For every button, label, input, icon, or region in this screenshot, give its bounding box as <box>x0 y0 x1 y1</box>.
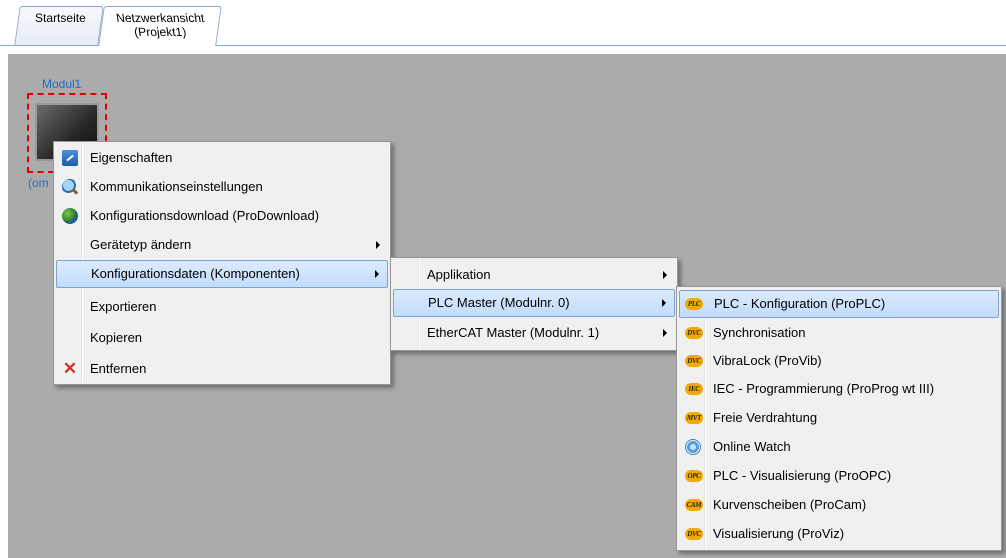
tab-netzwerkansicht-label: Netzwerkansicht (Projekt1) <box>115 11 206 39</box>
menu-item-eigenschaften[interactable]: Eigenschaften <box>56 144 388 172</box>
menu-item-label: Gerätetyp ändern <box>90 237 192 252</box>
menu-item-online-watch[interactable]: Online Watch <box>679 433 999 461</box>
opc-badge-icon: OPC <box>685 470 703 482</box>
menu-item-label: Freie Verdrahtung <box>713 410 818 425</box>
menu-item-label: Visualisierung (ProViz) <box>713 526 845 541</box>
watch-icon <box>685 439 701 455</box>
delete-icon: ✕ <box>62 359 78 378</box>
magnifier-icon <box>62 179 78 195</box>
menu-item-konfigurationsdownload[interactable]: Konfigurationsdownload (ProDownload) <box>56 202 388 230</box>
submenu-arrow-icon <box>663 271 667 279</box>
dvc-badge-icon: DVC <box>685 327 703 339</box>
menu-item-entfernen[interactable]: ✕ Entfernen <box>56 355 388 383</box>
module-name-label: Modul1 <box>42 77 82 91</box>
menu-item-label: PLC - Konfiguration (ProPLC) <box>714 296 886 311</box>
menu-item-label: Applikation <box>427 267 491 282</box>
menu-item-exportieren[interactable]: Exportieren <box>56 293 388 321</box>
menu-item-label: Entfernen <box>90 361 147 376</box>
menu-item-kopieren[interactable]: Kopieren <box>56 324 388 352</box>
menu-item-konfigurationsdaten[interactable]: Konfigurationsdaten (Komponenten) <box>56 260 388 288</box>
tab-startseite[interactable]: Startseite <box>14 6 104 45</box>
menu-item-geraetetyp-aendern[interactable]: Gerätetyp ändern <box>56 231 388 259</box>
menu-item-plc-master[interactable]: PLC Master (Modulnr. 0) <box>393 289 675 317</box>
menu-item-synchronisation[interactable]: DVC Synchronisation <box>679 319 999 347</box>
menu-item-kommunikationseinstellungen[interactable]: Kommunikationseinstellungen <box>56 173 388 201</box>
dvc-badge-icon: DVC <box>685 355 703 367</box>
submenu-plc-master: PLC PLC - Konfiguration (ProPLC) DVC Syn… <box>676 286 1002 551</box>
tab-netzwerkansicht-title: Netzwerkansicht <box>115 11 206 25</box>
menu-item-label: Kommunikationseinstellungen <box>90 179 263 194</box>
menu-item-visualisierung[interactable]: DVC Visualisierung (ProViz) <box>679 520 999 548</box>
menu-item-label: PLC - Visualisierung (ProOPC) <box>713 468 892 483</box>
submenu-arrow-icon <box>375 270 379 278</box>
menu-item-label: Online Watch <box>713 439 791 454</box>
module-sublabel: (om <box>28 176 49 190</box>
menu-item-label: Exportieren <box>90 299 157 314</box>
menu-item-label: Konfigurationsdownload (ProDownload) <box>90 208 320 223</box>
context-menu: Eigenschaften Kommunikationseinstellunge… <box>53 141 391 385</box>
dvc-badge-icon: DVC <box>685 528 703 540</box>
menu-item-vibralock[interactable]: DVC VibraLock (ProVib) <box>679 347 999 375</box>
menu-item-label: Eigenschaften <box>90 150 173 165</box>
submenu-konfigurationsdaten: Applikation PLC Master (Modulnr. 0) Ethe… <box>390 257 678 351</box>
menu-item-plc-visualisierung[interactable]: OPC PLC - Visualisierung (ProOPC) <box>679 462 999 490</box>
submenu-arrow-icon <box>662 299 666 307</box>
globe-icon <box>62 208 78 224</box>
tab-startseite-label: Startseite <box>34 11 86 25</box>
plc-badge-icon: PLC <box>685 298 703 310</box>
menu-item-freie-verdrahtung[interactable]: MVT Freie Verdrahtung <box>679 404 999 432</box>
menu-item-applikation[interactable]: Applikation <box>393 261 675 289</box>
tab-netzwerkansicht[interactable]: Netzwerkansicht (Projekt1) <box>98 6 222 46</box>
menu-item-label: EtherCAT Master (Modulnr. 1) <box>427 325 600 340</box>
document-tab-strip: Startseite Netzwerkansicht (Projekt1) <box>0 0 1006 46</box>
menu-item-label: IEC - Programmierung (ProProg wt III) <box>713 381 935 396</box>
submenu-arrow-icon <box>663 329 667 337</box>
menu-item-label: Konfigurationsdaten (Komponenten) <box>91 266 300 281</box>
iec-badge-icon: IEC <box>685 383 703 395</box>
submenu-arrow-icon <box>376 241 380 249</box>
menu-item-plc-konfiguration[interactable]: PLC PLC - Konfiguration (ProPLC) <box>679 290 999 318</box>
properties-icon <box>62 150 78 166</box>
menu-item-iec-programmierung[interactable]: IEC IEC - Programmierung (ProProg wt III… <box>679 375 999 403</box>
menu-item-label: VibraLock (ProVib) <box>713 353 822 368</box>
mvt-badge-icon: MVT <box>685 412 703 424</box>
menu-item-kurvenscheiben[interactable]: CAM Kurvenscheiben (ProCam) <box>679 491 999 519</box>
menu-item-label: Kurvenscheiben (ProCam) <box>713 497 867 512</box>
menu-item-label: Synchronisation <box>713 325 806 340</box>
tab-netzwerkansicht-project: (Projekt1) <box>133 25 188 39</box>
menu-item-ethercat-master[interactable]: EtherCAT Master (Modulnr. 1) <box>393 319 675 347</box>
cam-badge-icon: CAM <box>685 499 703 511</box>
menu-item-label: PLC Master (Modulnr. 0) <box>428 295 570 310</box>
menu-item-label: Kopieren <box>90 330 143 345</box>
